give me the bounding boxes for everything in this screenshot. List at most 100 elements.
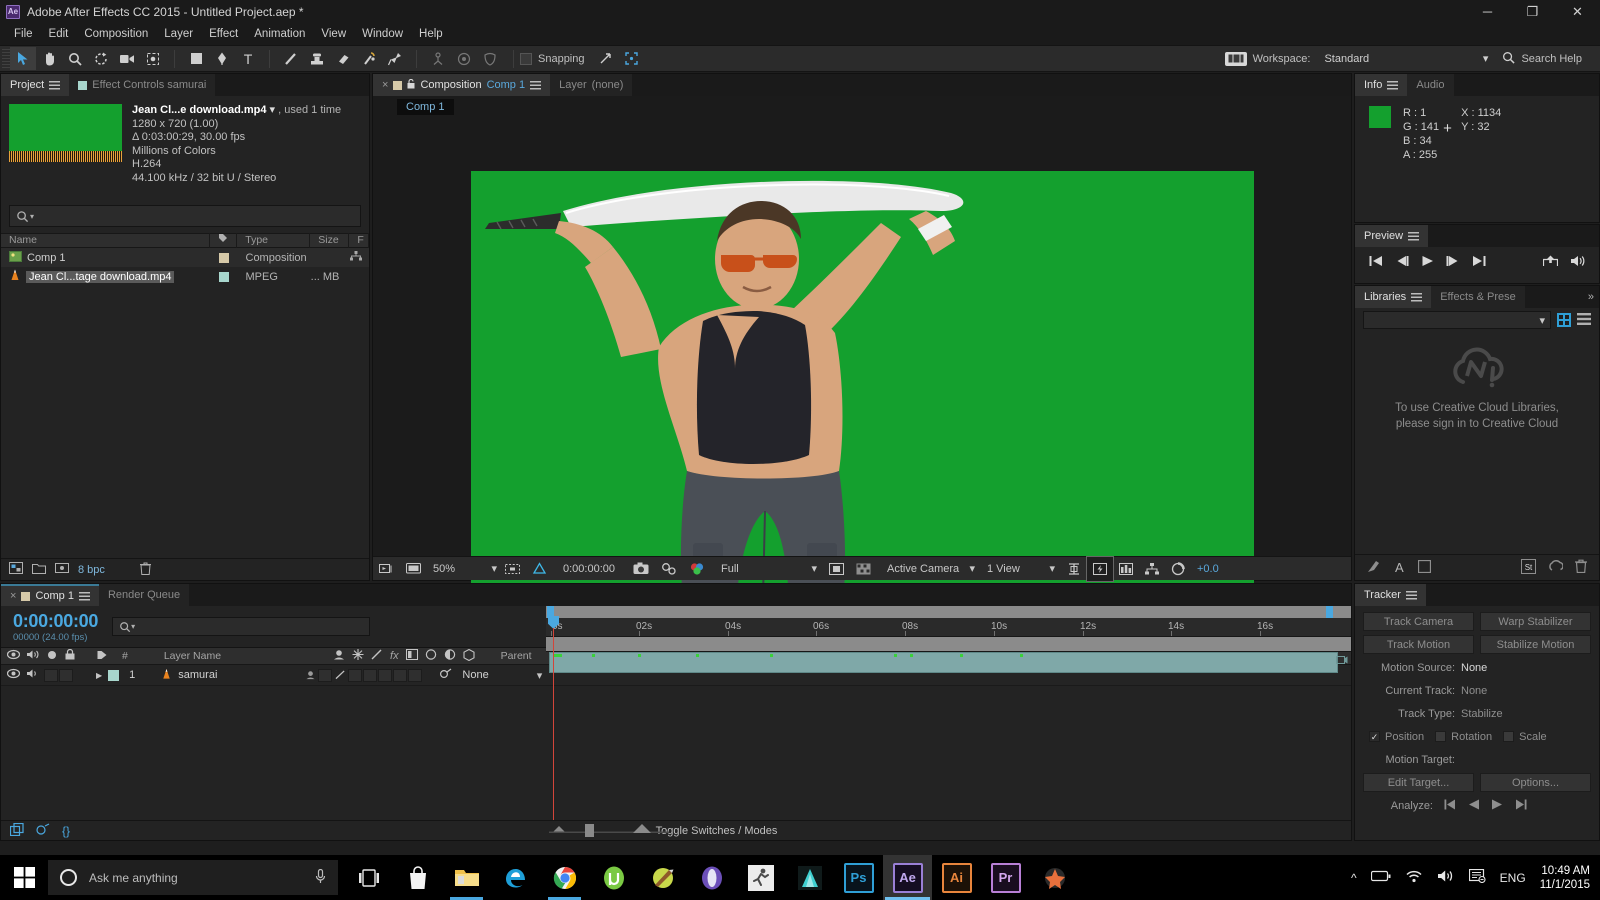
timeline-menu-icon[interactable] bbox=[78, 591, 90, 601]
menu-layer[interactable]: Layer bbox=[156, 26, 201, 42]
menu-composition[interactable]: Composition bbox=[76, 26, 156, 42]
puppet-pin-tool[interactable] bbox=[382, 47, 408, 70]
maya-icon[interactable] bbox=[785, 855, 834, 900]
work-area-bar[interactable] bbox=[546, 606, 1351, 618]
tab-preview[interactable]: Preview bbox=[1355, 225, 1429, 247]
tab-project[interactable]: Project bbox=[1, 74, 70, 96]
start-button[interactable] bbox=[0, 855, 48, 900]
timebar-background[interactable] bbox=[546, 637, 1351, 652]
anchor-point-icon[interactable] bbox=[425, 47, 451, 70]
track-type-value[interactable]: Stabilize bbox=[1461, 708, 1503, 720]
close-button[interactable]: ✕ bbox=[1555, 0, 1600, 23]
utorrent-icon[interactable] bbox=[589, 855, 638, 900]
layer-name[interactable]: samurai bbox=[178, 669, 217, 681]
tab-render-queue[interactable]: Render Queue bbox=[98, 584, 190, 606]
menu-view[interactable]: View bbox=[313, 26, 354, 42]
parent-pickwhip-icon[interactable] bbox=[439, 668, 452, 683]
tab-effects-presets[interactable]: Effects & Prese bbox=[1431, 286, 1525, 308]
mask-icon[interactable] bbox=[477, 47, 503, 70]
selection-tool[interactable] bbox=[10, 47, 36, 70]
layer-parent-value[interactable]: None bbox=[462, 669, 488, 681]
analyze-forward-button[interactable] bbox=[1491, 799, 1503, 813]
audio-icon[interactable] bbox=[1570, 255, 1585, 270]
hand-tool[interactable] bbox=[36, 47, 62, 70]
orbit-icon[interactable] bbox=[451, 47, 477, 70]
comp-flowchart-icon[interactable] bbox=[1139, 557, 1165, 581]
search-help-icon[interactable] bbox=[1502, 51, 1516, 67]
toggle-switches-modes-label[interactable]: Toggle Switches / Modes bbox=[656, 825, 778, 837]
layer-effects-toggle[interactable] bbox=[348, 668, 363, 682]
st-icon[interactable]: St bbox=[1521, 558, 1536, 577]
share-icon[interactable] bbox=[1542, 255, 1559, 270]
layer-motionblur-toggle[interactable] bbox=[378, 668, 393, 682]
battery-icon[interactable] bbox=[1370, 870, 1391, 886]
channel-select-icon[interactable] bbox=[683, 557, 711, 581]
track-motion-button[interactable]: Track Motion bbox=[1363, 635, 1474, 654]
asset-dropdown-icon[interactable]: ▾ bbox=[270, 104, 276, 116]
tab-info[interactable]: Info bbox=[1355, 74, 1408, 96]
exposure-reset-icon[interactable] bbox=[1165, 557, 1191, 581]
three-d-layer-icon[interactable] bbox=[463, 648, 475, 664]
tab-composition[interactable]: × Composition Comp 1 bbox=[373, 74, 551, 96]
first-frame-button[interactable] bbox=[1369, 255, 1383, 270]
lock-icon[interactable] bbox=[407, 78, 415, 92]
transparency-grid-icon[interactable] bbox=[526, 557, 553, 581]
brush-tool[interactable] bbox=[278, 47, 304, 70]
menu-file[interactable]: File bbox=[6, 26, 41, 42]
chevron-down-icon[interactable]: ▾ bbox=[537, 669, 543, 682]
work-area-end-handle[interactable] bbox=[1326, 606, 1333, 618]
last-frame-button[interactable] bbox=[1472, 255, 1486, 270]
lock-toggle-icon[interactable] bbox=[65, 648, 75, 663]
volume-icon[interactable] bbox=[1437, 869, 1455, 886]
show-snapshot-icon[interactable] bbox=[655, 557, 683, 581]
task-view-button[interactable] bbox=[344, 855, 393, 900]
tab-layer[interactable]: Layer (none) bbox=[550, 74, 633, 96]
comp-render-icon[interactable] bbox=[36, 822, 50, 839]
grid-view-icon[interactable] bbox=[1557, 313, 1571, 327]
menu-window[interactable]: Window bbox=[354, 26, 411, 42]
column-name[interactable]: Name bbox=[1, 233, 210, 248]
roto-brush-tool[interactable] bbox=[356, 47, 382, 70]
layer-video-toggle[interactable] bbox=[6, 668, 21, 682]
menu-effect[interactable]: Effect bbox=[201, 26, 246, 42]
brush-icon[interactable] bbox=[1367, 559, 1381, 576]
layer-name-header[interactable]: Layer Name bbox=[164, 650, 221, 662]
clone-stamp-tool[interactable] bbox=[304, 47, 330, 70]
column-size[interactable]: Size bbox=[310, 233, 350, 248]
video-toggle-icon[interactable] bbox=[6, 649, 21, 663]
store-icon[interactable] bbox=[393, 855, 442, 900]
work-area-start-handle[interactable] bbox=[547, 606, 554, 618]
layer-lock-toggle[interactable] bbox=[59, 668, 73, 682]
column-label-icon[interactable] bbox=[210, 233, 238, 248]
search-dropdown-icon[interactable]: ▾ bbox=[30, 212, 34, 221]
prev-frame-button[interactable] bbox=[1395, 255, 1409, 270]
exposure-value[interactable]: +0.0 bbox=[1191, 557, 1225, 581]
tab-audio[interactable]: Audio bbox=[1407, 74, 1454, 96]
layer-solo-toggle[interactable] bbox=[44, 668, 58, 682]
layer-3d-toggle[interactable] bbox=[408, 668, 423, 682]
rotation-tool[interactable] bbox=[88, 47, 114, 70]
scale-checkbox[interactable] bbox=[1503, 731, 1515, 742]
clock[interactable]: 10:49 AM 11/1/2015 bbox=[1540, 864, 1590, 892]
menu-edit[interactable]: Edit bbox=[41, 26, 77, 42]
current-track-value[interactable]: None bbox=[1461, 685, 1487, 697]
new-comp-icon[interactable] bbox=[9, 562, 23, 577]
label-column-icon[interactable] bbox=[97, 650, 108, 663]
maximize-button[interactable]: ❐ bbox=[1510, 0, 1555, 23]
row-label-swatch[interactable] bbox=[218, 252, 229, 263]
timeline-graph-area[interactable]: 0s 02s 04s 06s 08s 10s 12s 14s 16s bbox=[546, 606, 1351, 820]
snap-bounds-icon[interactable] bbox=[619, 47, 645, 70]
solo-toggle-icon[interactable] bbox=[47, 650, 57, 663]
play-button[interactable] bbox=[1421, 255, 1434, 270]
info-menu-icon[interactable] bbox=[1387, 80, 1399, 90]
zoom-level-select[interactable]: 50% ▾ bbox=[427, 557, 499, 581]
position-checkbox[interactable]: ✓ bbox=[1369, 731, 1380, 742]
timeline-right-icon[interactable] bbox=[1336, 654, 1348, 669]
layer-shy-toggle[interactable] bbox=[303, 670, 318, 680]
region-of-interest-icon[interactable] bbox=[499, 557, 526, 581]
project-settings-icon[interactable] bbox=[55, 562, 69, 577]
warp-stabilizer-button[interactable]: Warp Stabilizer bbox=[1480, 612, 1591, 631]
new-folder-icon[interactable] bbox=[32, 562, 46, 577]
quality-icon[interactable] bbox=[371, 649, 383, 663]
cortana-search-box[interactable]: Ask me anything bbox=[48, 860, 338, 895]
